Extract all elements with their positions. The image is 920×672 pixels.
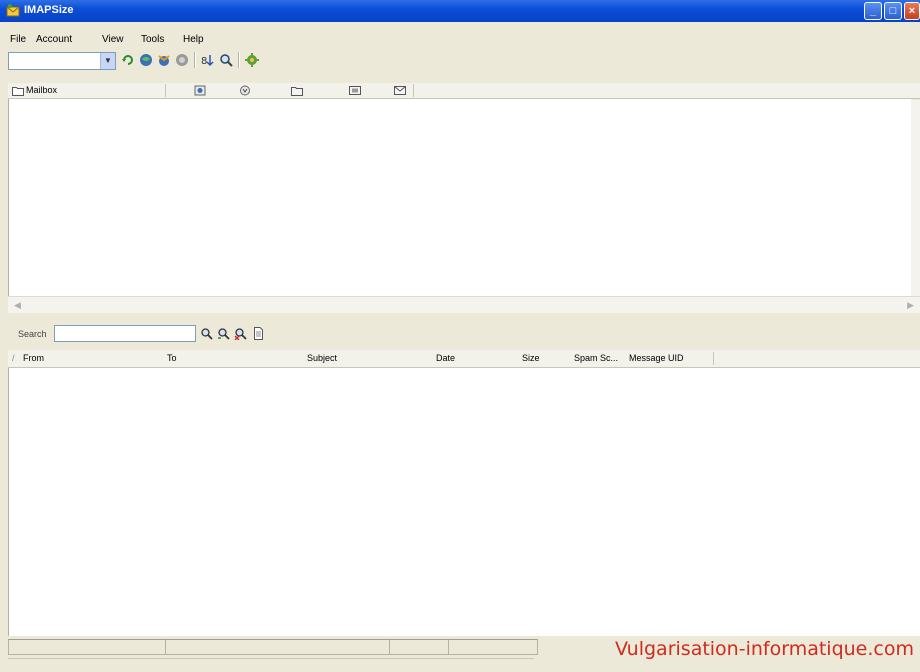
document-icon[interactable] (252, 327, 265, 340)
column-size[interactable]: Size (522, 353, 540, 363)
search-input[interactable] (54, 325, 196, 342)
account-combo[interactable]: ▼ (8, 52, 116, 70)
column-mailbox[interactable]: Mailbox (26, 85, 57, 95)
window-title: IMAPSize (24, 4, 74, 16)
svg-text:8: 8 (201, 56, 207, 67)
column-date[interactable]: Date (436, 353, 455, 363)
refresh-icon[interactable] (121, 53, 135, 67)
close-button[interactable]: × (904, 2, 920, 20)
search-clear-icon[interactable] (234, 327, 247, 340)
status-panel (8, 639, 166, 655)
chevron-down-icon[interactable]: ▼ (100, 53, 115, 69)
status-panel (389, 639, 449, 655)
sort-icon[interactable]: 8 (201, 53, 215, 67)
sort-indicator: / (12, 353, 15, 363)
total-size-icon[interactable] (194, 85, 206, 96)
scroll-left-icon[interactable]: ◀ (14, 300, 21, 311)
maximize-icon: □ (889, 5, 897, 17)
status-panel (8, 658, 204, 672)
close-icon: × (908, 5, 916, 17)
toolbar-separator (238, 52, 240, 68)
find-icon[interactable] (219, 53, 233, 67)
column-subject[interactable]: Subject (307, 353, 337, 363)
search-bar: Search (8, 319, 920, 347)
messages-header: / From To Subject Date Size Spam Sc... M… (8, 350, 920, 368)
maximize-button[interactable]: □ (884, 2, 902, 20)
app-icon (6, 4, 20, 17)
minimize-button[interactable]: _ (864, 2, 882, 20)
folder-icon (12, 87, 24, 96)
watermark: Vulgarisation-informatique.com (614, 638, 914, 660)
disconnect-icon[interactable] (157, 53, 171, 67)
mailbox-tree[interactable] (8, 99, 911, 296)
folder-icon[interactable] (291, 86, 303, 96)
settings-icon[interactable] (245, 53, 259, 67)
message-list[interactable] (8, 368, 920, 636)
search-label: Search (18, 329, 47, 339)
connect-icon[interactable] (139, 53, 153, 67)
column-from[interactable]: From (23, 353, 44, 363)
mailbox-header: Mailbox (8, 83, 920, 99)
status-panel (448, 639, 538, 655)
menu-bar: File Account View Tools Help (0, 22, 920, 45)
column-spam-score[interactable]: Spam Sc... (574, 353, 618, 363)
scroll-right-icon[interactable]: ▶ (907, 300, 914, 311)
toolbar-separator (194, 52, 196, 68)
column-to[interactable]: To (167, 353, 177, 363)
status-panel (204, 658, 534, 672)
title-bar: IMAPSize _ □ × (0, 0, 920, 22)
minimize-icon: _ (869, 5, 877, 17)
search-next-icon[interactable] (217, 327, 230, 340)
stop-icon[interactable] (175, 53, 189, 67)
column-message-uid[interactable]: Message UID (629, 353, 684, 363)
mailbox-horizontal-scrollbar[interactable]: ◀ ▶ (8, 296, 920, 313)
attach-size-icon[interactable] (239, 85, 251, 96)
search-icon[interactable] (200, 327, 213, 340)
messages-icon[interactable] (349, 85, 361, 96)
toolbar: ▼ 8 (0, 42, 920, 78)
unread-icon[interactable] (394, 85, 406, 96)
status-panel (165, 639, 390, 655)
mailbox-vertical-scrollbar[interactable] (911, 100, 920, 296)
